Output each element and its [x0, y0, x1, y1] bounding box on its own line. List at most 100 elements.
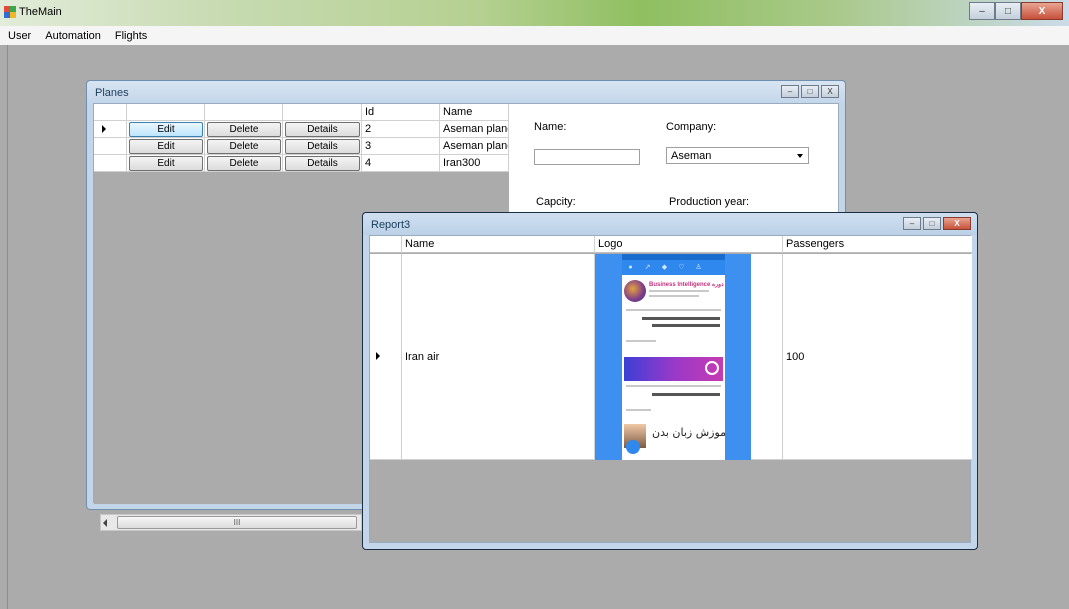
horizontal-scrollbar[interactable]: III: [100, 514, 362, 531]
cell-passengers[interactable]: 100: [783, 254, 972, 460]
menu-flights[interactable]: Flights: [108, 30, 154, 42]
column-header-details[interactable]: [283, 104, 362, 121]
production-year-label: Production year:: [669, 196, 750, 208]
row-header-corner: [370, 236, 402, 253]
report-grid-header: Name Logo Passengers: [370, 236, 972, 253]
report3-body: Name Logo Passengers Iran air ● ↗ ◆ ♡ ♙ Busi…: [369, 235, 972, 543]
scroll-thumb[interactable]: III: [117, 516, 357, 529]
column-header-name[interactable]: Name: [402, 236, 595, 253]
current-row-arrow-icon: [102, 125, 106, 133]
column-header-name[interactable]: Name: [440, 104, 509, 121]
main-window-controls: ‒ □ X: [969, 2, 1063, 20]
planes-close-button[interactable]: X: [821, 85, 839, 98]
app-title: TheMain: [19, 6, 62, 18]
report3-window-controls: ‒ □ X: [903, 217, 971, 230]
text-line: [626, 385, 721, 387]
row-header[interactable]: [370, 254, 402, 460]
report3-maximize-button[interactable]: □: [923, 217, 941, 230]
company-select[interactable]: Aseman: [666, 147, 809, 164]
table-cell: Edit: [127, 138, 205, 155]
menu-automation[interactable]: Automation: [38, 30, 108, 42]
table-cell: Details: [283, 155, 362, 172]
maximize-button[interactable]: □: [995, 2, 1021, 20]
planes-minimize-button[interactable]: ‒: [781, 85, 799, 98]
text-line: [652, 324, 720, 327]
brain-image: [624, 280, 646, 302]
edit-button[interactable]: Edit: [129, 139, 203, 154]
cell-name[interactable]: Aseman plane 1: [440, 138, 509, 155]
menu-bar: User Automation Flights: [0, 26, 1069, 45]
column-header-logo[interactable]: Logo: [595, 236, 783, 253]
phone-tab-bar: ● ↗ ◆ ♡ ♙: [622, 260, 725, 275]
logo-caption: آموزش زبان بدن: [652, 426, 730, 439]
report3-title: Report3: [371, 219, 411, 231]
trend-icon: ↗: [644, 264, 651, 271]
close-button[interactable]: X: [1021, 2, 1063, 20]
row-header[interactable]: [94, 155, 127, 172]
column-header-passengers[interactable]: Passengers: [783, 236, 972, 253]
scroll-left-icon[interactable]: [103, 519, 107, 527]
table-cell: Details: [283, 138, 362, 155]
delete-button[interactable]: Delete: [207, 156, 281, 171]
edit-button[interactable]: Edit: [129, 122, 203, 137]
cell-name[interactable]: Iran air: [402, 254, 595, 460]
planes-title: Planes: [95, 87, 129, 99]
cell-id[interactable]: 3: [362, 138, 440, 155]
banner-image: [624, 357, 723, 381]
cell-name[interactable]: Iran300: [440, 155, 509, 172]
table-row[interactable]: Iran air ● ↗ ◆ ♡ ♙ Business Intelligence دور…: [370, 254, 972, 460]
text-line: [652, 393, 720, 396]
details-button[interactable]: Details: [285, 156, 360, 171]
table-cell: Edit: [127, 121, 205, 138]
cell-id[interactable]: 2: [362, 121, 440, 138]
report3-minimize-button[interactable]: ‒: [903, 217, 921, 230]
badge-icon: [705, 361, 719, 375]
table-cell: Delete: [205, 121, 283, 138]
heart-icon: ♡: [678, 264, 685, 271]
column-header-id[interactable]: Id: [362, 104, 440, 121]
text-line: [649, 295, 699, 297]
menu-user[interactable]: User: [0, 30, 38, 42]
app-icon: [4, 6, 16, 18]
report3-close-button[interactable]: X: [943, 217, 971, 230]
planes-window-controls: ‒ □ X: [781, 85, 839, 98]
text-line: [626, 309, 721, 311]
main-titlebar: TheMain ‒ □ X: [0, 0, 1069, 26]
cell-logo[interactable]: ● ↗ ◆ ♡ ♙ Business Intelligence دوره آموز: [595, 254, 783, 460]
delete-button[interactable]: Delete: [207, 122, 281, 137]
column-header-edit[interactable]: [127, 104, 205, 121]
logo-image: ● ↗ ◆ ♡ ♙ Business Intelligence دوره آموز: [595, 254, 751, 460]
table-cell: Details: [283, 121, 362, 138]
planes-restore-button[interactable]: □: [801, 85, 819, 98]
planes-titlebar[interactable]: Planes ‒ □ X: [87, 81, 845, 103]
home-icon: ●: [628, 264, 633, 271]
row-header-corner: [94, 104, 127, 121]
name-label: Name:: [534, 121, 567, 133]
company-select-value: Aseman: [671, 150, 712, 162]
cell-id[interactable]: 4: [362, 155, 440, 172]
minimize-button[interactable]: ‒: [969, 2, 995, 20]
search-icon: [626, 440, 640, 454]
report3-window: Report3 ‒ □ X Name Logo Passengers Iran …: [362, 212, 978, 550]
edit-button[interactable]: Edit: [129, 156, 203, 171]
table-cell: Edit: [127, 155, 205, 172]
name-field[interactable]: [534, 149, 640, 165]
details-button[interactable]: Details: [285, 139, 360, 154]
current-row-arrow-icon: [376, 352, 380, 360]
row-header[interactable]: [94, 121, 127, 138]
report3-titlebar[interactable]: Report3 ‒ □ X: [363, 213, 977, 235]
user-icon: ♙: [695, 264, 702, 271]
details-button[interactable]: Details: [285, 122, 360, 137]
text-line: [626, 340, 656, 342]
delete-button[interactable]: Delete: [207, 139, 281, 154]
text-line: [626, 409, 651, 411]
capacity-label: Capcity:: [536, 196, 576, 208]
text-line: [642, 317, 720, 320]
column-header-delete[interactable]: [205, 104, 283, 121]
chevron-down-icon: [797, 154, 803, 158]
text-line: [649, 290, 709, 292]
row-header[interactable]: [94, 138, 127, 155]
cell-name[interactable]: Aseman plane 2: [440, 121, 509, 138]
table-cell: Delete: [205, 138, 283, 155]
table-cell: Delete: [205, 155, 283, 172]
